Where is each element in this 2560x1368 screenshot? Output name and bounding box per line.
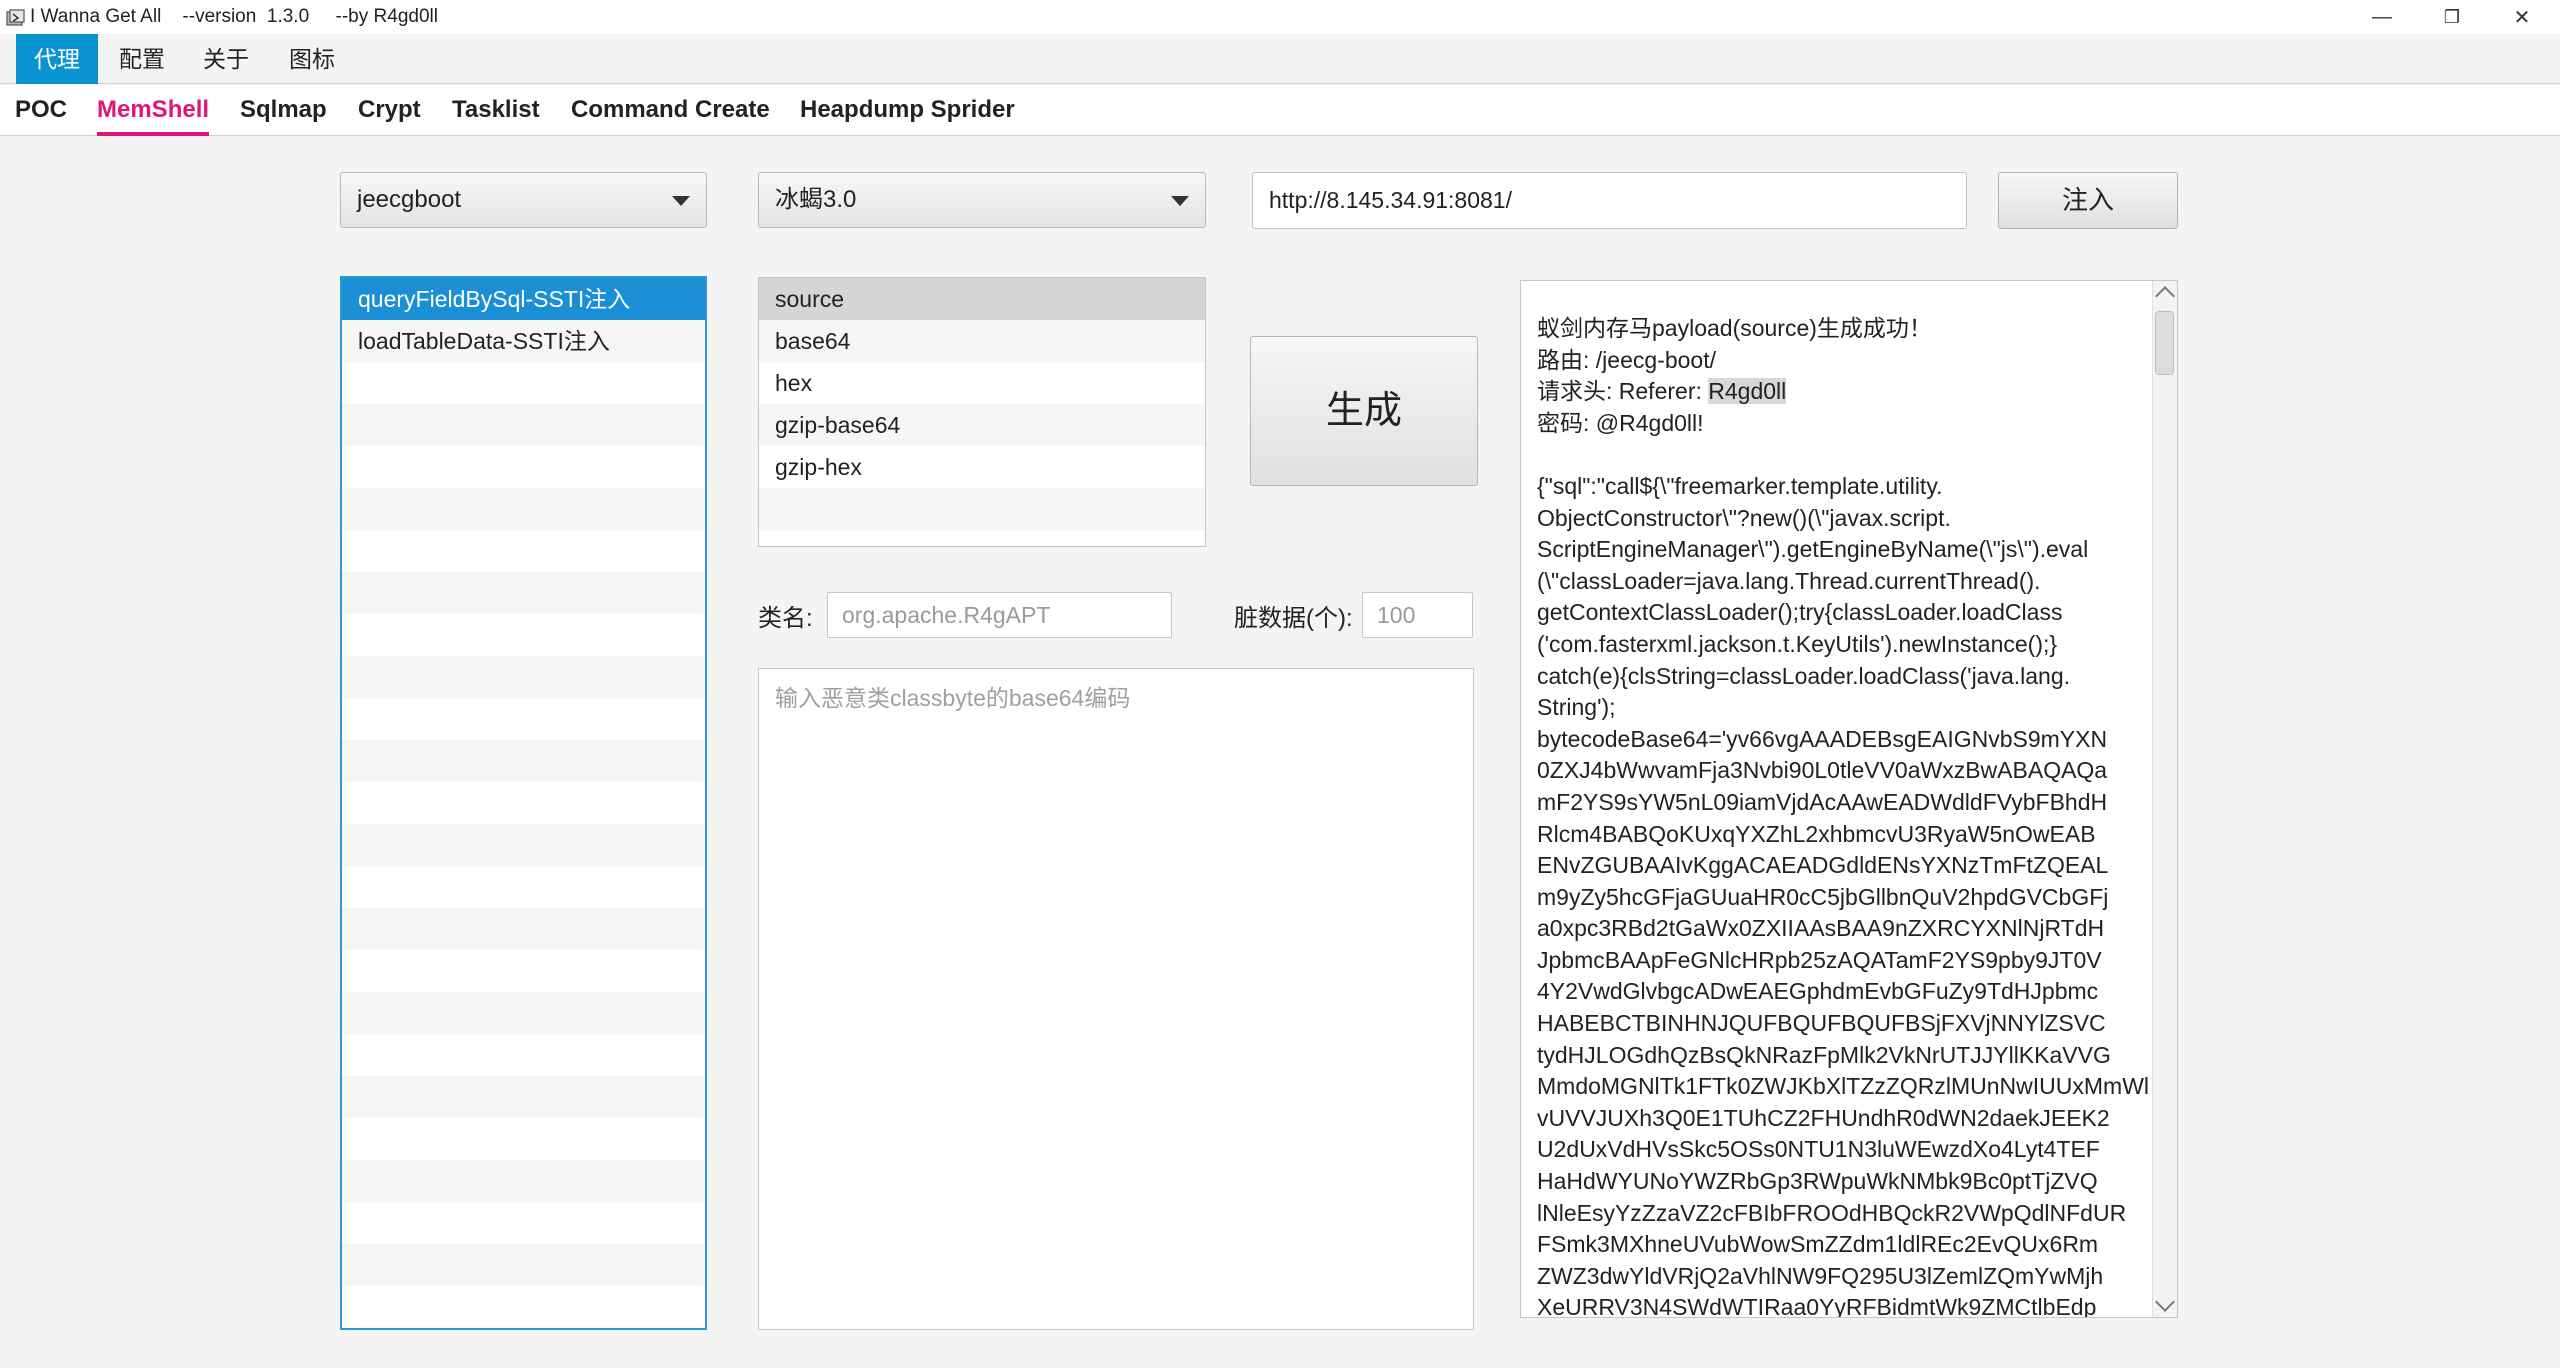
empty-row xyxy=(759,488,1205,530)
minimize-button[interactable]: — xyxy=(2350,0,2414,34)
shell-type-select[interactable]: 冰蝎3.0 xyxy=(758,172,1206,228)
active-tab-indicator xyxy=(97,132,210,136)
menu-about[interactable]: 关于 xyxy=(190,34,262,84)
chevron-down-icon xyxy=(672,196,690,206)
empty-row xyxy=(342,362,705,404)
encode-list-item[interactable]: gzip-base64 xyxy=(759,404,1205,446)
empty-row xyxy=(342,782,705,824)
tab-bar: POC MemShell Sqlmap Crypt Tasklist Comma… xyxy=(0,85,2560,136)
vuln-list-item[interactable]: queryFieldBySql-SSTI注入 xyxy=(342,278,705,320)
empty-row xyxy=(342,1034,705,1076)
scroll-thumb[interactable] xyxy=(2155,311,2174,375)
menu-config[interactable]: 配置 xyxy=(106,34,178,84)
minimize-icon: — xyxy=(2372,5,2392,28)
close-button[interactable]: ✕ xyxy=(2490,0,2554,34)
framework-select[interactable]: jeecgboot xyxy=(340,172,707,228)
vuln-list-item[interactable]: loadTableData-SSTI注入 xyxy=(342,320,705,362)
tab-poc[interactable]: POC xyxy=(15,85,67,136)
output-route: 路由: /jeecg-boot/ xyxy=(1537,346,1716,373)
classbyte-textarea[interactable]: 输入恶意类classbyte的base64编码 xyxy=(758,668,1474,1330)
empty-row xyxy=(342,1160,705,1202)
tab-crypt[interactable]: Crypt xyxy=(358,85,421,136)
close-icon: ✕ xyxy=(2513,6,2531,29)
output-status: 蚁剑内存马payload(source)生成成功！ xyxy=(1537,315,1932,341)
menu-bar: 代理 配置 关于 图标 xyxy=(0,34,2560,84)
empty-row xyxy=(342,614,705,656)
tab-sqlmap[interactable]: Sqlmap xyxy=(240,85,327,136)
restore-icon: ❐ xyxy=(2443,6,2461,27)
empty-row xyxy=(342,1118,705,1160)
chevron-down-icon xyxy=(1171,196,1189,206)
app-icon xyxy=(6,9,26,27)
framework-select-value: jeecgboot xyxy=(357,186,462,213)
encode-type-list[interactable]: source base64 hex gzip-base64 gzip-hex xyxy=(758,277,1206,547)
class-name-input[interactable]: org.apache.R4gAPT xyxy=(827,592,1172,638)
output-header-value: R4gd0ll xyxy=(1708,378,1787,405)
empty-row xyxy=(342,908,705,950)
empty-row xyxy=(342,1076,705,1118)
shell-type-select-value: 冰蝎3.0 xyxy=(775,186,857,213)
menu-proxy[interactable]: 代理 xyxy=(16,34,98,84)
encode-list-item[interactable]: gzip-hex xyxy=(759,446,1205,488)
empty-row xyxy=(342,1202,705,1244)
tab-memshell[interactable]: MemShell xyxy=(97,85,210,136)
empty-row xyxy=(342,404,705,446)
output-header-label: 请求头: Referer: xyxy=(1537,378,1709,405)
tab-command-create[interactable]: Command Create xyxy=(571,85,770,136)
empty-row xyxy=(342,740,705,782)
empty-row xyxy=(342,698,705,740)
tab-memshell-label: MemShell xyxy=(97,96,210,123)
scroll-down-icon[interactable] xyxy=(2155,1292,2175,1312)
window-title: I Wanna Get All --version 1.3.0 --by R4g… xyxy=(30,6,438,27)
empty-row xyxy=(342,992,705,1034)
dirty-data-label: 脏数据(个): xyxy=(1234,605,1353,632)
scroll-up-icon[interactable] xyxy=(2155,286,2175,306)
empty-row xyxy=(342,950,705,992)
inject-button[interactable]: 注入 xyxy=(1998,172,2178,229)
vertical-scrollbar[interactable] xyxy=(2152,281,2177,1317)
output-password: 密码: @R4gd0ll! xyxy=(1537,409,1704,436)
dirty-data-input[interactable]: 100 xyxy=(1362,592,1473,638)
empty-row xyxy=(342,572,705,614)
empty-row xyxy=(342,446,705,488)
empty-row xyxy=(342,1286,705,1328)
output-textarea[interactable]: 蚁剑内存马payload(source)生成成功！ 路由: /jeecg-boo… xyxy=(1520,280,2178,1318)
encode-list-item[interactable]: hex xyxy=(759,362,1205,404)
empty-row xyxy=(342,866,705,908)
class-name-label: 类名: xyxy=(758,605,813,632)
vuln-list[interactable]: queryFieldBySql-SSTI注入 loadTableData-SSTI… xyxy=(340,276,707,1330)
empty-row xyxy=(342,824,705,866)
tab-tasklist[interactable]: Tasklist xyxy=(452,85,540,136)
empty-row xyxy=(342,530,705,572)
empty-row xyxy=(342,1244,705,1286)
generate-button[interactable]: 生成 xyxy=(1250,336,1478,486)
output-text: 蚁剑内存马payload(source)生成成功！ 路由: /jeecg-boo… xyxy=(1537,313,2157,1318)
target-url-input[interactable]: http://8.145.34.91:8081/ xyxy=(1252,172,1967,229)
empty-row xyxy=(342,656,705,698)
restore-button[interactable]: ❐ xyxy=(2420,0,2484,34)
title-bar: I Wanna Get All --version 1.3.0 --by R4g… xyxy=(0,0,2560,34)
menu-icon[interactable]: 图标 xyxy=(276,34,348,84)
empty-row xyxy=(342,488,705,530)
output-payload: {"sql":"call${\"freemarker.template.util… xyxy=(1537,472,2150,1318)
encode-list-item[interactable]: base64 xyxy=(759,320,1205,362)
tab-heapdump-sprider[interactable]: Heapdump Sprider xyxy=(800,85,1015,136)
encode-list-item[interactable]: source xyxy=(759,278,1205,320)
